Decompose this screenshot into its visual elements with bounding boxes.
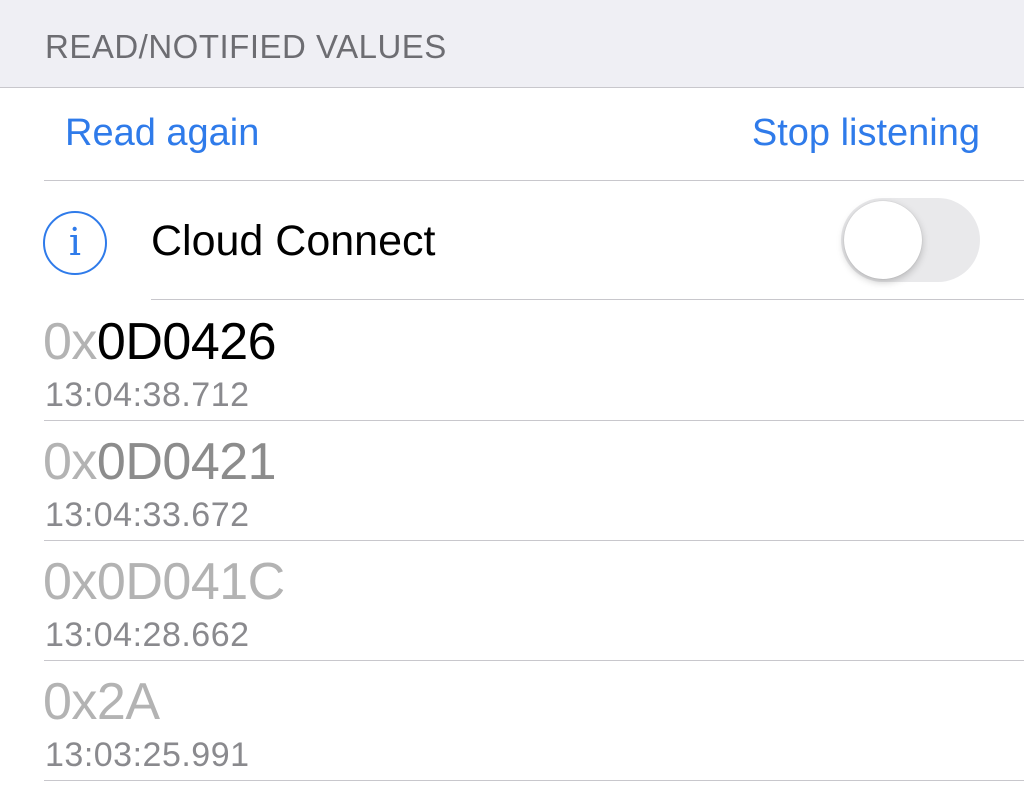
cloud-connect-row: i Cloud Connect	[0, 181, 1024, 299]
characteristic-values-screen: READ/NOTIFIED VALUES Read again Stop lis…	[0, 0, 1024, 786]
divider	[44, 780, 1024, 781]
value-hex-text: 0x0D0421	[43, 432, 277, 492]
value-row: 0x0D0426 13:04:38.712	[0, 300, 1024, 420]
value-timestamp: 13:04:33.672	[45, 496, 250, 534]
value-row: 0x2A 13:03:25.991	[0, 660, 1024, 780]
stop-listening-button[interactable]: Stop listening	[752, 112, 980, 155]
value-hex-text: 0x0D041C	[43, 552, 285, 612]
value-timestamp: 13:03:25.991	[45, 736, 250, 774]
value-prefix: 0x	[43, 313, 97, 371]
section-header: READ/NOTIFIED VALUES	[0, 0, 1024, 88]
value-hex-text: 0x0D0426	[43, 312, 277, 372]
section-title: READ/NOTIFIED VALUES	[45, 28, 447, 65]
cloud-connect-label: Cloud Connect	[151, 217, 436, 265]
value-prefix: 0x	[43, 433, 97, 491]
value-timestamp: 13:04:28.662	[45, 616, 250, 654]
value-hex: 2A	[96, 673, 160, 731]
value-hex: 0D041C	[96, 553, 285, 611]
value-hex: 0D0426	[96, 313, 277, 371]
value-row: 0x0D041C 13:04:28.662	[0, 540, 1024, 660]
value-hex-text: 0x2A	[43, 672, 160, 732]
value-prefix: 0x	[43, 673, 97, 731]
value-row: 0x0D0421 13:04:33.672	[0, 420, 1024, 540]
read-again-button[interactable]: Read again	[65, 112, 259, 155]
info-icon[interactable]: i	[43, 211, 107, 275]
actions-row: Read again Stop listening	[0, 88, 1024, 180]
cloud-connect-toggle[interactable]	[841, 198, 980, 282]
value-hex: 0D0421	[96, 433, 277, 491]
value-prefix: 0x	[43, 553, 97, 611]
value-timestamp: 13:04:38.712	[45, 376, 250, 414]
toggle-knob	[844, 201, 922, 279]
